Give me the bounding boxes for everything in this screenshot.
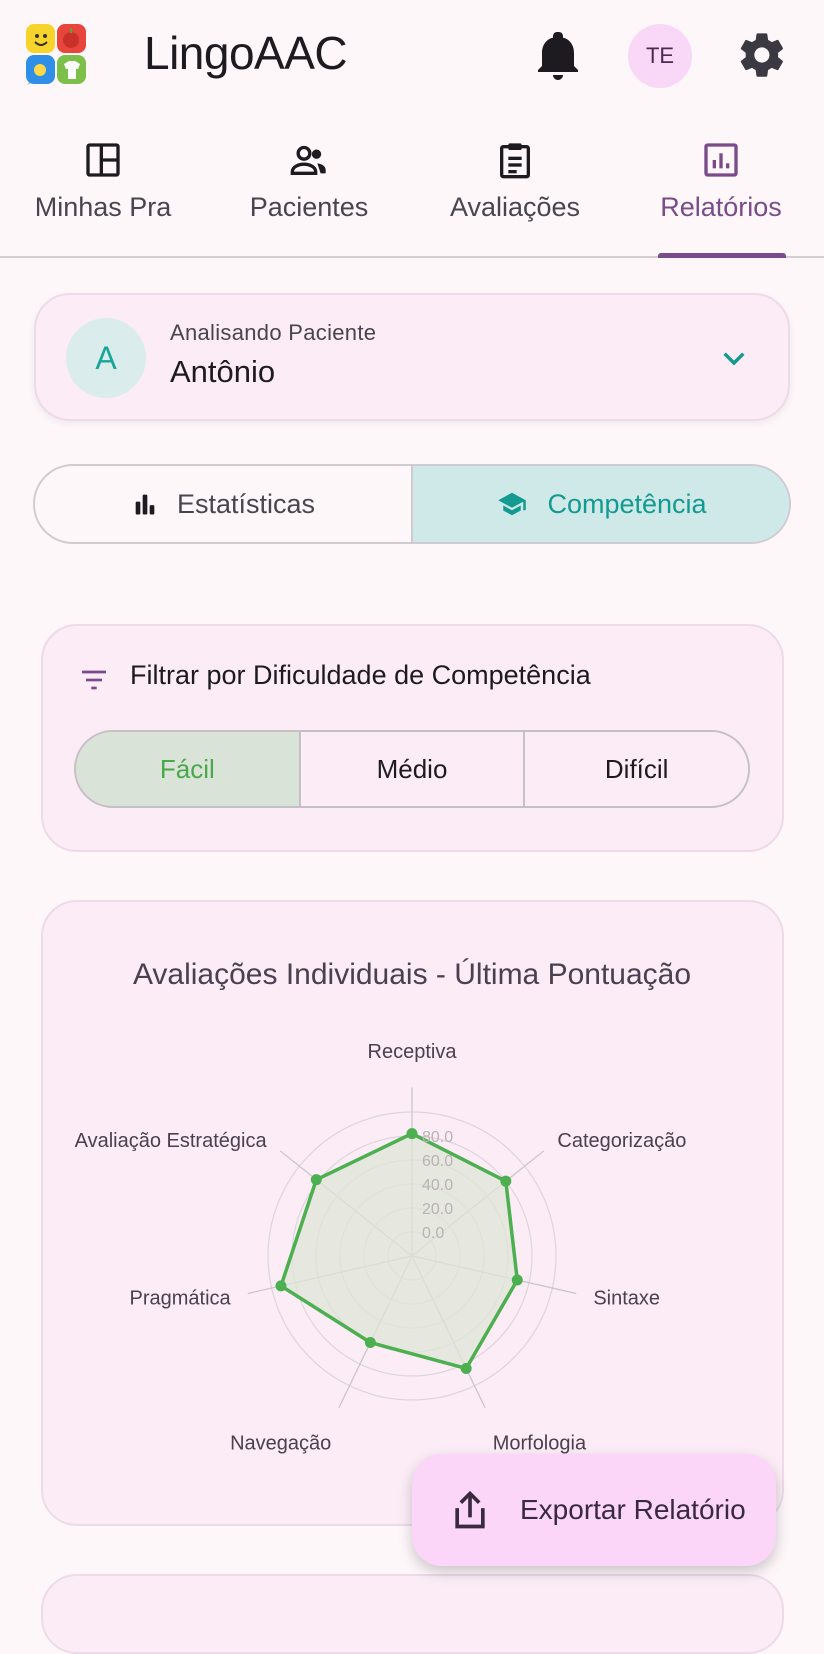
chart-title: Avaliações Individuais - Última Pontuaçã… bbox=[133, 958, 691, 991]
radar-tick-label: 80.0 bbox=[422, 1129, 453, 1146]
tab-avaliacoes[interactable]: Avaliações bbox=[412, 130, 618, 256]
competence-label: Competência bbox=[547, 488, 707, 519]
export-report-label: Exportar Relatório bbox=[520, 1494, 746, 1525]
radar-point bbox=[500, 1175, 512, 1187]
next-card bbox=[41, 1574, 784, 1654]
app-title: LingoAAC bbox=[144, 27, 348, 79]
export-report-button[interactable]: Exportar Relatório bbox=[412, 1454, 776, 1566]
difficulty-easy[interactable]: Fácil bbox=[76, 732, 299, 806]
statistics-label: Estatísticas bbox=[176, 488, 316, 519]
patient-name: Antônio bbox=[170, 354, 276, 389]
radar-point bbox=[364, 1336, 376, 1348]
settings-gear-icon[interactable] bbox=[736, 28, 788, 82]
dashboard-icon bbox=[86, 143, 120, 177]
clipboard-icon bbox=[500, 143, 530, 179]
patient-avatar: A bbox=[66, 318, 146, 398]
tab-label: Pacientes bbox=[249, 192, 369, 222]
radar-point bbox=[460, 1362, 472, 1374]
radar-category-label: Categorização bbox=[557, 1130, 686, 1152]
tab-relatorios[interactable]: Relatórios bbox=[618, 130, 824, 256]
bar-chart-icon bbox=[704, 143, 738, 177]
radar-category-label: Morfologia bbox=[493, 1433, 587, 1455]
radar-category-label: Avaliação Estratégica bbox=[75, 1130, 268, 1152]
notifications-bell-icon[interactable] bbox=[534, 30, 582, 82]
radar-chart: Avaliações Individuais - Última Pontuaçã… bbox=[75, 958, 691, 1455]
radar-series-area bbox=[279, 1131, 520, 1371]
school-icon bbox=[498, 492, 527, 516]
radar-point bbox=[406, 1128, 418, 1140]
competence-segment[interactable]: Competência bbox=[411, 466, 789, 542]
people-icon bbox=[290, 145, 326, 175]
radar-point bbox=[310, 1174, 322, 1186]
tab-label: Minhas Pra bbox=[34, 192, 172, 222]
radar-category-label: Receptiva bbox=[368, 1041, 458, 1063]
difficulty-hard[interactable]: Difícil bbox=[523, 732, 748, 806]
filter-title: Filtrar por Dificuldade de Competência bbox=[130, 660, 591, 690]
patient-caption: Analisando Paciente bbox=[170, 320, 377, 345]
radar-category-label: Navegação bbox=[230, 1433, 331, 1455]
main-tabs: Minhas Pra Pacientes Avaliações Relatóri… bbox=[0, 130, 824, 258]
radar-tick-label: 0.0 bbox=[422, 1225, 444, 1242]
radar-tick-label: 60.0 bbox=[422, 1153, 453, 1170]
radar-tick-label: 40.0 bbox=[422, 1177, 453, 1194]
statistics-segment[interactable]: Estatísticas bbox=[35, 466, 411, 542]
app-bar: LingoAAC TE bbox=[0, 0, 824, 115]
tab-label: Relatórios bbox=[660, 192, 782, 222]
radar-point bbox=[511, 1274, 523, 1286]
patient-selector[interactable] bbox=[34, 293, 790, 421]
bar-chart-icon bbox=[135, 494, 155, 515]
tab-label: Avaliações bbox=[449, 192, 581, 222]
radar-category-label: Pragmática bbox=[130, 1287, 232, 1309]
tab-pacientes[interactable]: Pacientes bbox=[206, 130, 412, 256]
difficulty-toggle: Fácil Médio Difícil bbox=[74, 730, 750, 808]
radar-tick-label: 20.0 bbox=[422, 1201, 453, 1218]
share-icon bbox=[455, 1490, 485, 1529]
app-logo bbox=[26, 24, 86, 85]
filter-icon bbox=[82, 670, 106, 690]
chevron-down-icon[interactable] bbox=[718, 343, 750, 375]
user-avatar[interactable]: TE bbox=[628, 24, 692, 88]
radar-point bbox=[275, 1280, 287, 1292]
active-tab-indicator bbox=[658, 253, 786, 258]
tab-minhas-pranchas[interactable]: Minhas Pra bbox=[0, 130, 206, 256]
difficulty-medium[interactable]: Médio bbox=[298, 732, 524, 806]
view-toggle: Estatísticas Competência bbox=[33, 464, 791, 544]
radar-category-label: Sintaxe bbox=[593, 1287, 660, 1309]
